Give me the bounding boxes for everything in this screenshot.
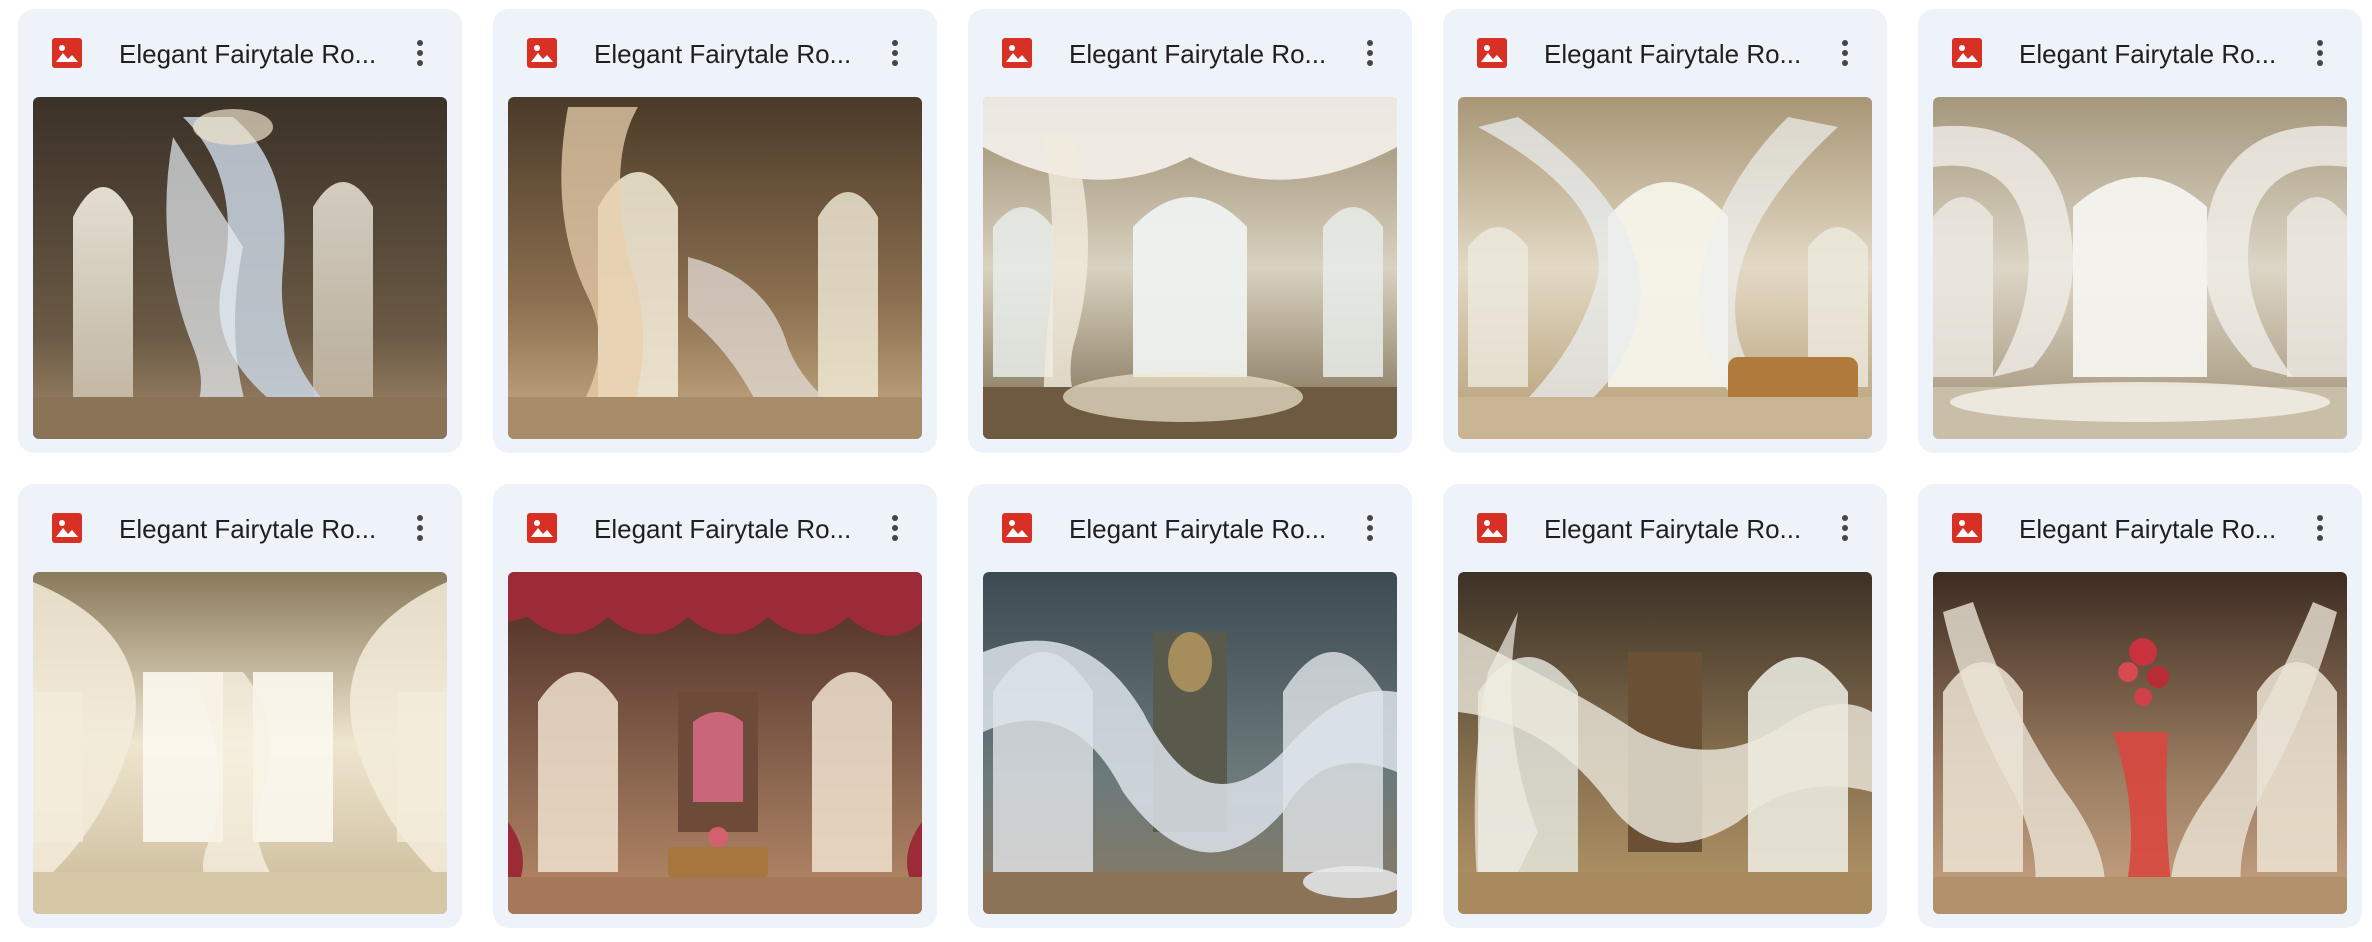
more-actions-button[interactable] (400, 508, 440, 548)
more-actions-button[interactable] (2300, 33, 2340, 73)
image-thumbnail[interactable] (33, 572, 447, 914)
image-file-icon (1477, 513, 1507, 543)
file-card-header: Elegant Fairytale Ro... (18, 9, 462, 97)
file-name: Elegant Fairytale Ro... (1069, 39, 1327, 69)
file-card[interactable]: Elegant Fairytale Ro... (1443, 484, 1887, 928)
more-vert-icon (892, 515, 898, 541)
file-card-header: Elegant Fairytale Ro... (18, 484, 462, 572)
more-actions-button[interactable] (1350, 33, 1390, 73)
image-thumbnail[interactable] (508, 572, 922, 914)
file-card-header: Elegant Fairytale Ro... (968, 484, 1412, 572)
file-card[interactable]: Elegant Fairytale Ro... (1918, 484, 2362, 928)
image-file-icon (1952, 513, 1982, 543)
more-vert-icon (2317, 515, 2323, 541)
file-name: Elegant Fairytale Ro... (2019, 514, 2277, 544)
image-thumbnail[interactable] (508, 97, 922, 439)
more-vert-icon (892, 40, 898, 66)
image-file-icon (1002, 513, 1032, 543)
image-file-icon (1002, 38, 1032, 68)
image-thumbnail[interactable] (1933, 572, 2347, 914)
image-thumbnail[interactable] (983, 572, 1397, 914)
image-file-icon (1477, 38, 1507, 68)
more-vert-icon (1842, 40, 1848, 66)
more-actions-button[interactable] (1825, 508, 1865, 548)
more-vert-icon (417, 40, 423, 66)
more-vert-icon (1367, 40, 1373, 66)
more-actions-button[interactable] (1350, 508, 1390, 548)
file-card[interactable]: Elegant Fairytale Ro... (968, 9, 1412, 453)
more-vert-icon (417, 515, 423, 541)
more-actions-button[interactable] (400, 33, 440, 73)
image-file-icon (1952, 38, 1982, 68)
more-vert-icon (1367, 515, 1373, 541)
file-card-header: Elegant Fairytale Ro... (1918, 9, 2362, 97)
file-card[interactable]: Elegant Fairytale Ro... (18, 484, 462, 928)
more-vert-icon (1842, 515, 1848, 541)
more-actions-button[interactable] (875, 33, 915, 73)
image-thumbnail[interactable] (33, 97, 447, 439)
more-actions-button[interactable] (2300, 508, 2340, 548)
file-name: Elegant Fairytale Ro... (119, 514, 377, 544)
image-thumbnail[interactable] (1458, 97, 1872, 439)
file-card-header: Elegant Fairytale Ro... (493, 9, 937, 97)
file-name: Elegant Fairytale Ro... (594, 514, 852, 544)
file-name: Elegant Fairytale Ro... (1069, 514, 1327, 544)
file-name: Elegant Fairytale Ro... (1544, 39, 1802, 69)
file-card-header: Elegant Fairytale Ro... (1443, 9, 1887, 97)
file-card[interactable]: Elegant Fairytale Ro... (493, 484, 937, 928)
file-card[interactable]: Elegant Fairytale Ro... (493, 9, 937, 453)
file-name: Elegant Fairytale Ro... (2019, 39, 2277, 69)
image-file-icon (52, 38, 82, 68)
image-thumbnail[interactable] (1458, 572, 1872, 914)
image-thumbnail[interactable] (983, 97, 1397, 439)
more-vert-icon (2317, 40, 2323, 66)
file-card-header: Elegant Fairytale Ro... (493, 484, 937, 572)
file-card-header: Elegant Fairytale Ro... (968, 9, 1412, 97)
file-card[interactable]: Elegant Fairytale Ro... (18, 9, 462, 453)
more-actions-button[interactable] (875, 508, 915, 548)
image-thumbnail[interactable] (1933, 97, 2347, 439)
image-file-icon (527, 38, 557, 68)
file-grid: Elegant Fairytale Ro... Elegant Fairytal… (18, 9, 2362, 928)
file-card[interactable]: Elegant Fairytale Ro... (968, 484, 1412, 928)
image-file-icon (527, 513, 557, 543)
image-file-icon (52, 513, 82, 543)
file-card-header: Elegant Fairytale Ro... (1918, 484, 2362, 572)
file-card[interactable]: Elegant Fairytale Ro... (1918, 9, 2362, 453)
more-actions-button[interactable] (1825, 33, 1865, 73)
file-card-header: Elegant Fairytale Ro... (1443, 484, 1887, 572)
file-name: Elegant Fairytale Ro... (594, 39, 852, 69)
file-card[interactable]: Elegant Fairytale Ro... (1443, 9, 1887, 453)
file-name: Elegant Fairytale Ro... (119, 39, 377, 69)
file-name: Elegant Fairytale Ro... (1544, 514, 1802, 544)
